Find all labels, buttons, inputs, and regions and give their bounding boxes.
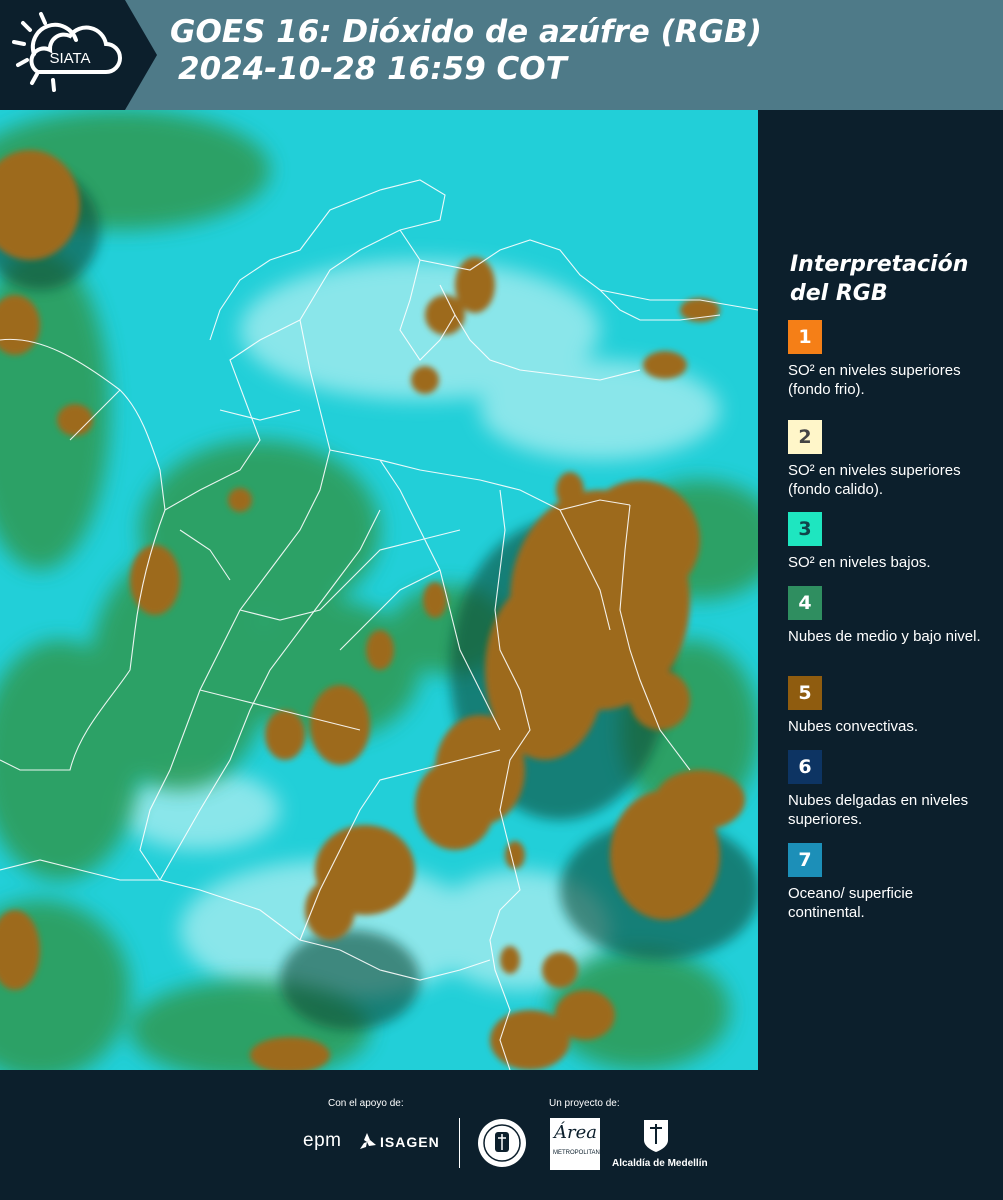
footer-divider: [459, 1118, 460, 1168]
title-line-1: GOES 16: Dióxido de azúfre (RGB): [170, 14, 762, 50]
legend-item-1: 1 SO² en niveles superiores (fondo frio)…: [788, 320, 993, 399]
header-chevron: [125, 0, 157, 110]
legend-label-5: Nubes convectivas.: [788, 718, 919, 735]
legend-label-2: SO² en niveles superiores (fondo calido)…: [788, 462, 961, 498]
legend-item-5: 5 Nubes convectivas.: [788, 676, 993, 736]
legend-item-2: 2 SO² en niveles superiores (fondo calid…: [788, 420, 993, 499]
legend-swatch-1: 1: [788, 320, 822, 354]
legend-item-7: 7 Oceano/ superficie continental.: [788, 843, 993, 922]
legend-swatch-4: 4: [788, 586, 822, 620]
isagen-logo: ISAGEN: [380, 1134, 440, 1150]
legend-item-3: 3 SO² en niveles bajos.: [788, 512, 993, 572]
svg-text:SIATA: SIATA: [49, 50, 90, 67]
legend-label-4: Nubes de medio y bajo nivel.: [788, 628, 981, 645]
legend-label-7: Oceano/ superficie continental.: [788, 885, 914, 921]
footer: Con el apoyo de: Un proyecto de: epm ISA…: [0, 1070, 1003, 1200]
legend-item-6: 6 Nubes delgadas en niveles superiores.: [788, 750, 993, 829]
legend-swatch-2: 2: [788, 420, 822, 454]
legend-title: Interpretación del RGB: [790, 252, 969, 306]
area-metropolitana-logo: Área METROPOLITANA: [550, 1118, 604, 1170]
area-logo-subtitle: METROPOLITANA: [553, 1150, 604, 1156]
legend-swatch-3: 3: [788, 512, 822, 546]
legend-label-6: Nubes delgadas en niveles superiores.: [788, 792, 969, 828]
legend-swatch-7: 7: [788, 843, 822, 877]
legend-label-1: SO² en niveles superiores (fondo frio).: [788, 362, 961, 398]
legend-item-4: 4 Nubes de medio y bajo nivel.: [788, 586, 993, 646]
siata-logo-icon: SIATA: [12, 12, 122, 92]
area-logo-text: Área: [554, 1122, 597, 1143]
alcaldia-coat-of-arms-icon: [644, 1120, 668, 1152]
legend-label-3: SO² en niveles bajos.: [788, 554, 931, 571]
header: SIATA GOES 16: Dióxido de azúfre (RGB) 2…: [0, 0, 1003, 110]
legend-swatch-5: 5: [788, 676, 822, 710]
title-line-2: 2024-10-28 16:59 COT: [178, 51, 567, 87]
isagen-logo-icon: [360, 1133, 376, 1149]
legend-swatch-6: 6: [788, 750, 822, 784]
medellin-seal-icon: [478, 1119, 526, 1167]
alcaldia-logo-text: Alcaldía de Medellín: [612, 1158, 708, 1169]
project-caption: Un proyecto de:: [549, 1098, 620, 1109]
page-title: GOES 16: Dióxido de azúfre (RGB) 2024-10…: [170, 14, 762, 88]
legend-panel: Interpretación del RGB 1 SO² en niveles …: [758, 110, 1003, 1070]
epm-logo: epm: [303, 1130, 342, 1151]
satellite-map[interactable]: [0, 110, 758, 1070]
satellite-image: [0, 110, 758, 1070]
support-caption: Con el apoyo de:: [328, 1098, 404, 1109]
